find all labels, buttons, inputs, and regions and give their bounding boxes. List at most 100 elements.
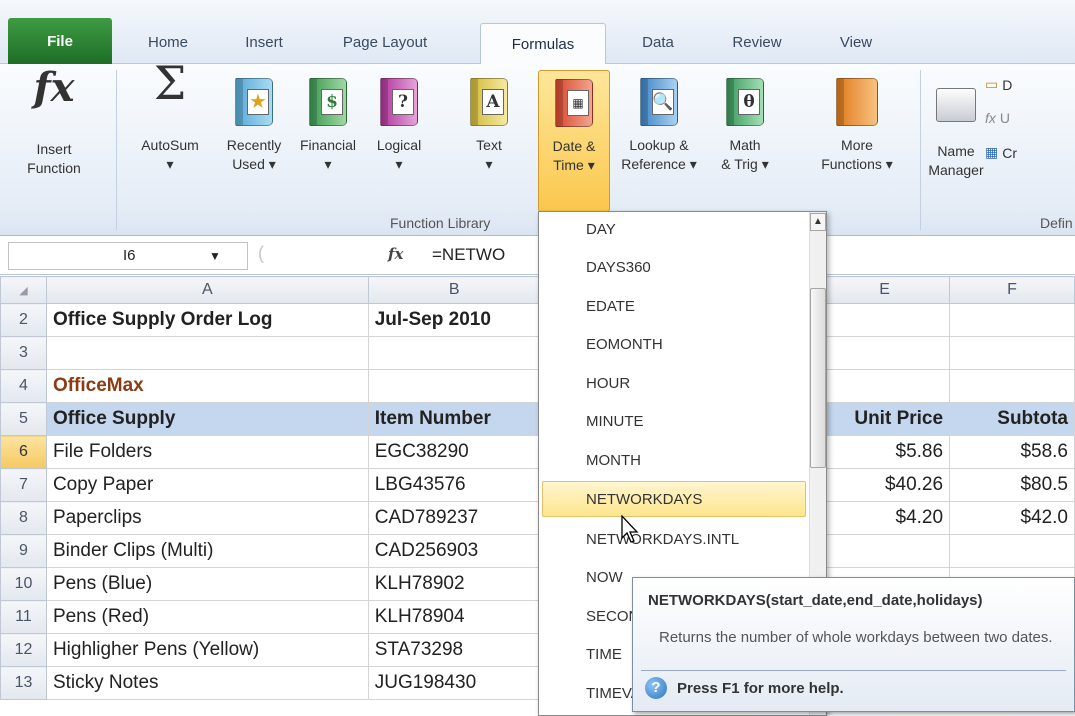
name-box-dropdown-icon[interactable]: ▼ — [209, 243, 221, 269]
row-header[interactable]: 12 — [0, 633, 47, 667]
cell-a13[interactable]: Sticky Notes — [45, 666, 369, 700]
autosum-button[interactable]: Σ AutoSum ▾ — [122, 60, 218, 212]
cell-b10[interactable]: KLH78902 — [367, 567, 541, 601]
row-header[interactable]: 8 — [0, 501, 47, 535]
math-trig-label: Math — [729, 137, 761, 153]
cell-b5[interactable]: Item Number — [367, 402, 541, 436]
cell-f9[interactable] — [949, 534, 1075, 568]
recently-used-button[interactable]: ★ Recently Used ▾ — [214, 70, 294, 212]
lookup-reference-button[interactable]: 🔍 Lookup & Reference ▾ — [612, 70, 706, 212]
fx-button-icon[interactable]: fx — [388, 245, 403, 263]
name-manager-button[interactable]: Name Manager — [924, 70, 988, 212]
row-header[interactable]: 13 — [0, 666, 47, 700]
more-functions-label: More — [841, 137, 873, 153]
tab-insert[interactable]: Insert — [222, 24, 306, 60]
create-from-selection-button[interactable]: ▦ Cr — [985, 144, 1017, 161]
cell-b12[interactable]: STA73298 — [367, 633, 541, 667]
menu-item-networkdays-intl[interactable]: NETWORKDAYS.INTL — [539, 522, 809, 558]
cell-b8[interactable]: CAD789237 — [367, 501, 541, 535]
tab-page-layout[interactable]: Page Layout — [315, 24, 455, 60]
cell-e2[interactable] — [819, 303, 951, 337]
insert-function-button[interactable]: fx Insert Function — [2, 68, 106, 212]
menu-item-days360[interactable]: DAYS360 — [539, 250, 809, 286]
menu-item-day[interactable]: DAY — [539, 212, 809, 248]
ribbon-separator — [920, 70, 921, 230]
cell-a10[interactable]: Pens (Blue) — [45, 567, 369, 601]
cell-e5[interactable]: Unit Price — [819, 402, 951, 436]
menu-item-eomonth[interactable]: EOMONTH — [539, 327, 809, 363]
cell-b4[interactable] — [367, 369, 541, 403]
cell-a6[interactable]: File Folders — [45, 435, 369, 469]
cell-e6[interactable]: $5.86 — [819, 435, 951, 469]
column-header-a[interactable]: A — [45, 276, 369, 304]
scroll-up-arrow-icon[interactable]: ▲ — [810, 213, 826, 231]
logical-button[interactable]: ? Logical ▾ — [362, 70, 436, 212]
cell-f6[interactable]: $58.6 — [949, 435, 1075, 469]
use-in-formula-button[interactable]: fx U — [985, 110, 1010, 126]
menu-item-minute[interactable]: MINUTE — [539, 404, 809, 440]
row-header[interactable]: 3 — [0, 336, 47, 370]
select-all-corner[interactable]: ◢ — [0, 276, 47, 304]
financial-arrow: ▾ — [324, 156, 332, 172]
cell-a5[interactable]: Office Supply — [45, 402, 369, 436]
column-header-f[interactable]: F — [949, 276, 1075, 304]
menu-item-edate[interactable]: EDATE — [539, 289, 809, 325]
name-box[interactable]: I6 ▼ — [8, 242, 248, 270]
cell-b6[interactable]: EGC38290 — [367, 435, 541, 469]
tab-review[interactable]: Review — [712, 24, 802, 60]
cell-a12[interactable]: Highligher Pens (Yellow) — [45, 633, 369, 667]
text-button[interactable]: A Text ▾ — [462, 70, 516, 212]
cell-f5[interactable]: Subtota — [949, 402, 1075, 436]
menu-scrollbar-thumb[interactable] — [810, 288, 826, 468]
menu-item-month[interactable]: MONTH — [539, 443, 809, 479]
cell-a3[interactable] — [45, 336, 369, 370]
cell-b11[interactable]: KLH78904 — [367, 600, 541, 634]
row-header[interactable]: 7 — [0, 468, 47, 502]
cell-a7[interactable]: Copy Paper — [45, 468, 369, 502]
cell-b13[interactable]: JUG198430 — [367, 666, 541, 700]
cell-b9[interactable]: CAD256903 — [367, 534, 541, 568]
cell-e4[interactable] — [819, 369, 951, 403]
math-trig-button[interactable]: θ Math & Trig ▾ — [706, 70, 784, 212]
financial-button[interactable]: $ Financial ▾ — [290, 70, 366, 212]
tab-file[interactable]: File — [8, 18, 112, 64]
row-header[interactable]: 5 — [0, 402, 47, 436]
cell-e3[interactable] — [819, 336, 951, 370]
cell-a11[interactable]: Pens (Red) — [45, 600, 369, 634]
more-functions-icon — [835, 74, 879, 130]
tab-formulas[interactable]: Formulas — [480, 23, 606, 64]
cell-e9[interactable] — [819, 534, 951, 568]
column-header-e[interactable]: E — [819, 276, 951, 304]
row-header-selected[interactable]: 6 — [0, 435, 47, 469]
more-functions-button[interactable]: More Functions ▾ — [790, 70, 924, 212]
cell-a9[interactable]: Binder Clips (Multi) — [45, 534, 369, 568]
cell-f3[interactable] — [949, 336, 1075, 370]
text-label: Text — [476, 137, 502, 153]
row-header[interactable]: 2 — [0, 303, 47, 337]
cell-f8[interactable]: $42.0 — [949, 501, 1075, 535]
cell-e8[interactable]: $4.20 — [819, 501, 951, 535]
define-name-button[interactable]: ▭ D — [985, 76, 1012, 93]
cell-a4[interactable]: OfficeMax — [45, 369, 369, 403]
row-header[interactable]: 4 — [0, 369, 47, 403]
cell-b2[interactable]: Jul-Sep 2010 — [367, 303, 541, 337]
cell-a8[interactable]: Paperclips — [45, 501, 369, 535]
menu-item-hour[interactable]: HOUR — [539, 366, 809, 402]
date-time-button[interactable]: ▦ Date & Time ▾ — [538, 70, 610, 212]
cell-f7[interactable]: $80.5 — [949, 468, 1075, 502]
tab-home[interactable]: Home — [128, 24, 208, 60]
menu-item-networkdays[interactable]: NETWORKDAYS — [542, 481, 806, 517]
cell-f2[interactable] — [949, 303, 1075, 337]
name-manager-label: Name — [937, 143, 975, 159]
cell-a2[interactable]: Office Supply Order Log — [45, 303, 369, 337]
tab-view[interactable]: View — [818, 24, 894, 60]
cell-b3[interactable] — [367, 336, 541, 370]
row-header[interactable]: 11 — [0, 600, 47, 634]
cell-b7[interactable]: LBG43576 — [367, 468, 541, 502]
row-header[interactable]: 9 — [0, 534, 47, 568]
row-header[interactable]: 10 — [0, 567, 47, 601]
tab-data[interactable]: Data — [620, 24, 696, 60]
cell-e7[interactable]: $40.26 — [819, 468, 951, 502]
column-header-b[interactable]: B — [367, 276, 541, 304]
cell-f4[interactable] — [949, 369, 1075, 403]
